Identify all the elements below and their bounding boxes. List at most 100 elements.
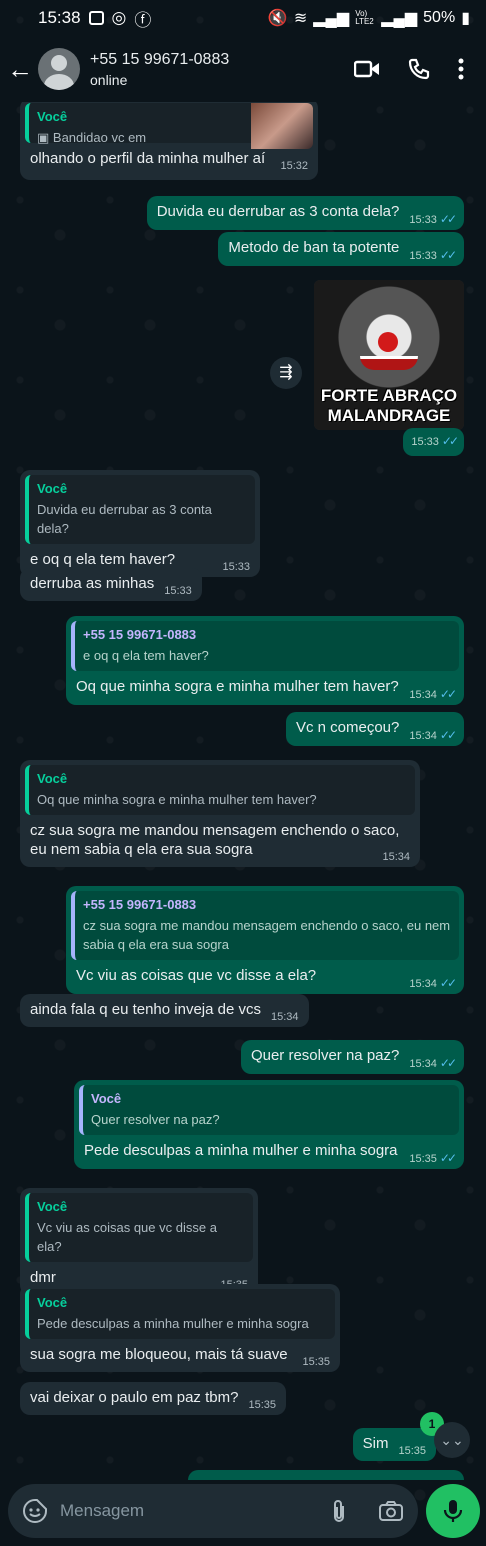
read-ticks-icon: ✓✓ <box>439 1151 457 1165</box>
message-outgoing[interactable]: Você Quer resolver na paz? Pede desculpa… <box>74 1080 464 1169</box>
timestamp: 15:33 <box>164 585 192 597</box>
quote-author: Você <box>37 481 68 496</box>
message-text: cz sua sogra me mandou mensagem enchendo… <box>30 822 400 858</box>
quote-text: cz sua sogra me mandou mensagem enchendo… <box>83 918 451 952</box>
message-input[interactable] <box>60 1501 330 1521</box>
more-options-icon[interactable] <box>458 58 464 80</box>
message-outgoing-partial[interactable] <box>188 1470 464 1480</box>
message-text: derruba as minhas <box>30 575 155 592</box>
quote-text: Pede desculpas a minha mulher e minha so… <box>37 1316 309 1331</box>
reply-quote[interactable]: +55 15 99671-0883 e oq q ela tem haver? <box>71 621 459 671</box>
reply-quote[interactable]: Você Quer resolver na paz? <box>79 1085 459 1135</box>
contact-status: online <box>90 71 128 88</box>
whatsapp-icon: ◎ <box>111 8 127 27</box>
reply-quote[interactable]: Você Pede desculpas a minha mulher e min… <box>25 1289 335 1339</box>
quote-author: +55 15 99671-0883 <box>83 897 197 912</box>
timestamp: 15:34 <box>409 689 437 701</box>
quote-text: Duvida eu derrubar as 3 conta dela? <box>37 502 212 536</box>
timestamp: 15:34 <box>271 1011 299 1023</box>
message-outgoing[interactable]: Vc n começou? 15:34 ✓✓ <box>285 712 464 746</box>
status-bar: 15:38 ◎ ⓕ 🔇 ≋ ▂▄▆ Vo) LTE2 ▂▄▆ 50% ▮ <box>0 0 486 36</box>
message-text: Oq que minha sogra e minha mulher tem ha… <box>76 678 399 695</box>
forward-icon[interactable]: ⇶ <box>270 357 302 389</box>
sticker-image[interactable]: FORTE ABRAÇO MALANDRAGE <box>314 280 464 430</box>
message-incoming[interactable]: Você ▣ Bandidao vc em olhando o perfil d… <box>20 102 318 180</box>
timestamp: 15:34 <box>382 851 410 863</box>
timestamp: 15:34 <box>409 730 437 742</box>
quote-text: ▣ Bandidao vc em <box>37 130 147 145</box>
message-outgoing[interactable]: Duvida eu derrubar as 3 conta dela? 15:3… <box>146 196 464 230</box>
message-text: olhando o perfil da minha mulher aí <box>30 150 266 167</box>
message-outgoing[interactable]: Metodo de ban ta potente 15:33 ✓✓ <box>218 232 464 266</box>
message-incoming[interactable]: vai deixar o paulo em paz tbm? 15:35 <box>20 1382 286 1415</box>
quote-text: Oq que minha sogra e minha mulher tem ha… <box>37 792 317 807</box>
mute-icon: 🔇 <box>267 10 288 27</box>
chat-screen: 15:38 ◎ ⓕ 🔇 ≋ ▂▄▆ Vo) LTE2 ▂▄▆ 50% ▮ ← +… <box>0 0 486 1546</box>
timestamp: 15:34 <box>409 978 437 990</box>
contact-info[interactable]: +55 15 99671-0883 online <box>90 51 229 88</box>
voice-call-icon[interactable] <box>408 58 430 80</box>
mic-button[interactable] <box>426 1484 480 1538</box>
mic-icon <box>443 1500 463 1522</box>
timestamp: 15:33 <box>222 561 250 573</box>
timestamp: 15:32 <box>280 160 308 172</box>
signal-icon-2: ▂▄▆ <box>381 10 418 27</box>
avatar[interactable] <box>38 48 80 90</box>
back-arrow-icon[interactable]: ← <box>2 54 38 85</box>
read-ticks-icon: ✓✓ <box>439 1056 457 1070</box>
message-text: sua sogra me bloqueou, mais tá suave <box>30 1346 288 1363</box>
read-ticks-icon: ✓✓ <box>441 434 459 448</box>
message-incoming[interactable]: Você Duvida eu derrubar as 3 conta dela?… <box>20 470 260 577</box>
message-text: Pede desculpas a minha mulher e minha so… <box>84 1142 398 1159</box>
message-outgoing[interactable]: +55 15 99671-0883 e oq q ela tem haver? … <box>66 616 464 705</box>
message-text: Duvida eu derrubar as 3 conta dela? <box>156 203 400 220</box>
message-incoming[interactable]: Você Pede desculpas a minha mulher e min… <box>20 1284 340 1372</box>
quote-text: Quer resolver na paz? <box>91 1112 220 1127</box>
message-text: vai deixar o paulo em paz tbm? <box>30 1389 239 1406</box>
quote-author: Você <box>91 1091 122 1106</box>
reply-quote[interactable]: Você Vc viu as coisas que vc disse a ela… <box>25 1193 253 1262</box>
timestamp: 15:35 <box>248 1399 276 1411</box>
message-incoming[interactable]: ainda fala q eu tenho inveja de vcs 15:3… <box>20 994 309 1027</box>
network-label: Vo) LTE2 <box>355 9 374 26</box>
reply-quote[interactable]: Você Duvida eu derrubar as 3 conta dela? <box>25 475 255 544</box>
wifi-icon: ≋ <box>293 10 308 27</box>
quote-author: +55 15 99671-0883 <box>83 627 197 642</box>
timestamp: 15:33 <box>411 436 439 448</box>
message-incoming[interactable]: Você Vc viu as coisas que vc disse a ela… <box>20 1188 258 1295</box>
reply-quote[interactable]: Você ▣ Bandidao vc em <box>25 103 313 149</box>
timestamp: 15:35 <box>398 1445 426 1457</box>
message-outgoing[interactable]: +55 15 99671-0883 cz sua sogra me mandou… <box>66 886 464 994</box>
quote-text: Vc viu as coisas que vc disse a ela? <box>37 1220 217 1254</box>
timestamp: 15:33 <box>409 250 437 262</box>
read-ticks-icon: ✓✓ <box>439 728 457 742</box>
message-incoming[interactable]: Você Oq que minha sogra e minha mulher t… <box>20 760 420 867</box>
message-incoming[interactable]: derruba as minhas 15:33 <box>20 568 202 601</box>
sticker-caption: FORTE ABRAÇO MALANDRAGE <box>320 386 458 425</box>
read-ticks-icon: ✓✓ <box>439 687 457 701</box>
quote-author: Você <box>37 109 68 124</box>
message-text: e oq q ela tem haver? <box>30 551 176 568</box>
camera-icon[interactable] <box>378 1500 404 1522</box>
sticker-time-pill: 15:33 ✓✓ <box>403 428 464 456</box>
timestamp: 15:35 <box>302 1356 330 1368</box>
quote-author: Você <box>37 1295 68 1310</box>
attach-icon[interactable] <box>330 1498 348 1524</box>
photo-icon: ▣ <box>37 130 53 145</box>
message-text: Vc viu as coisas que vc disse a ela? <box>76 967 317 984</box>
clock: 15:38 <box>38 8 81 27</box>
timestamp: 15:35 <box>409 1153 437 1165</box>
battery-level: 50% <box>423 9 456 26</box>
message-text: Vc n começou? <box>295 719 400 736</box>
facebook-icon: ⓕ <box>134 10 152 30</box>
scroll-down-icon[interactable]: ⌄⌄ <box>434 1422 470 1458</box>
reply-quote[interactable]: +55 15 99671-0883 cz sua sogra me mandou… <box>71 891 459 960</box>
message-outgoing[interactable]: Quer resolver na paz? 15:34 ✓✓ <box>240 1040 464 1074</box>
emoji-sticker-icon[interactable] <box>22 1498 48 1524</box>
reply-quote[interactable]: Você Oq que minha sogra e minha mulher t… <box>25 765 415 815</box>
message-list[interactable]: Você ▣ Bandidao vc em olhando o perfil d… <box>0 102 486 1480</box>
gallery-icon <box>88 11 104 25</box>
contact-name: +55 15 99671-0883 <box>90 50 230 68</box>
message-text: Quer resolver na paz? <box>250 1047 400 1064</box>
video-call-icon[interactable] <box>354 59 380 79</box>
